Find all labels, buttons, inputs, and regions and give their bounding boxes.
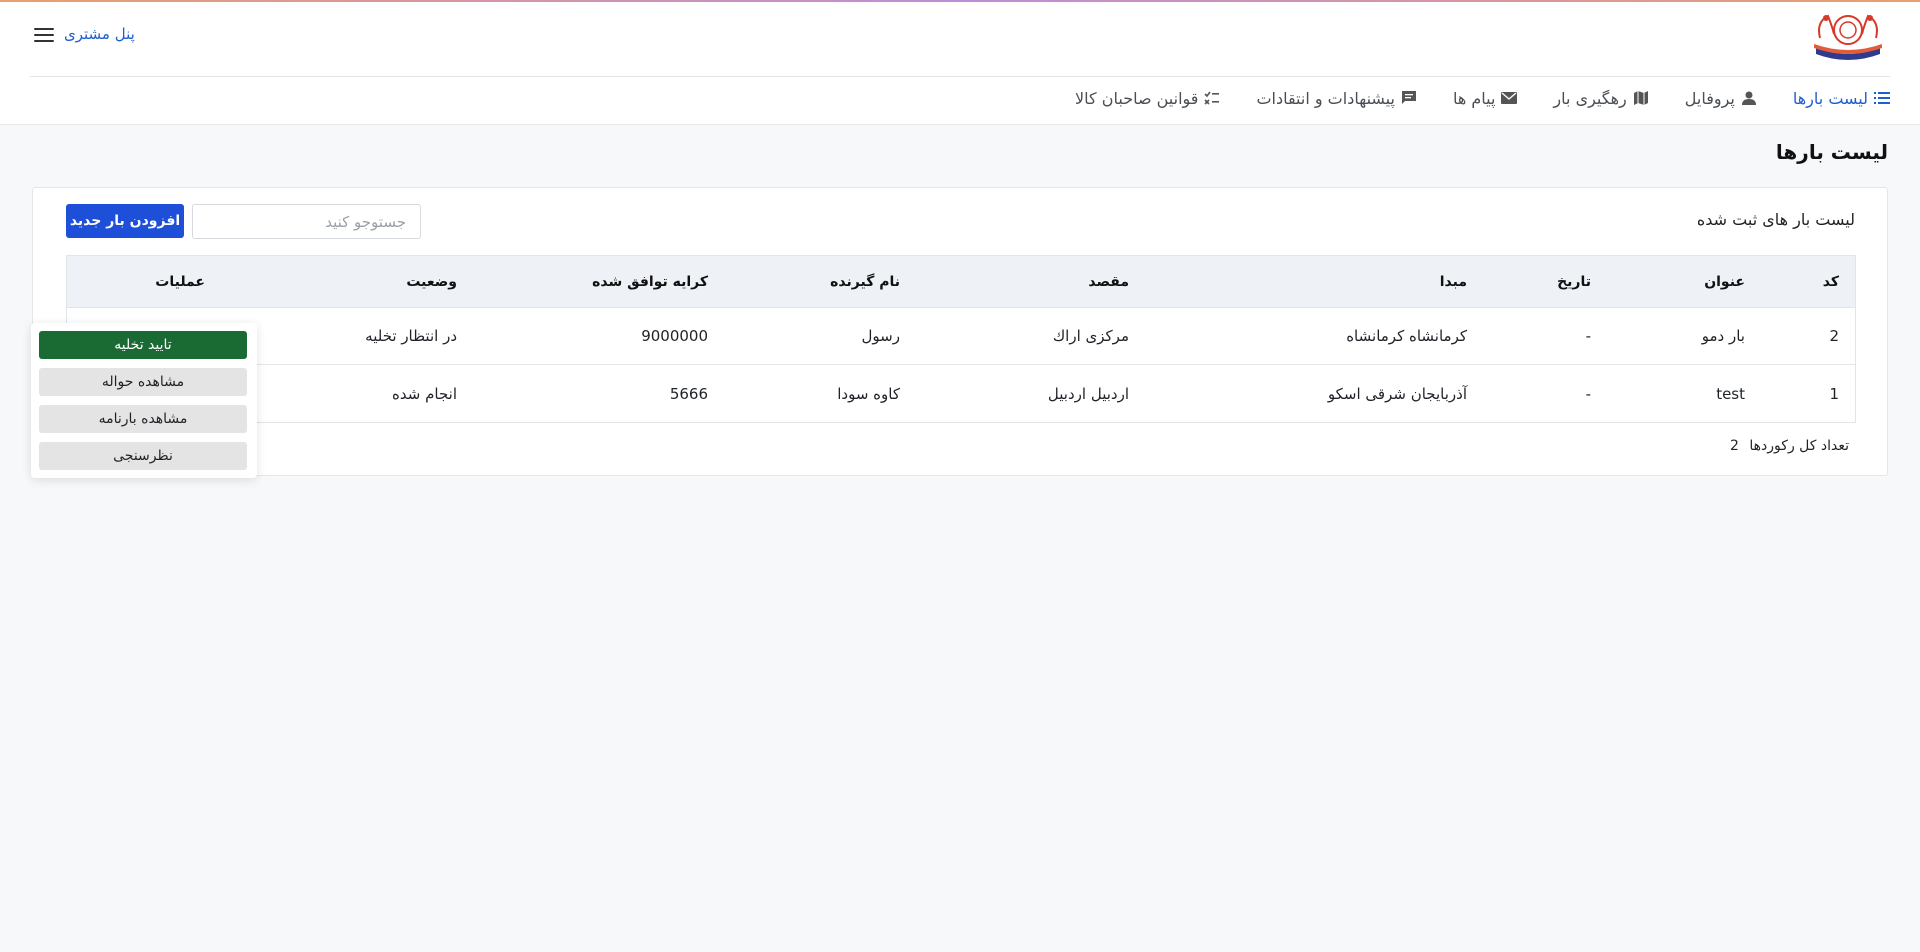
add-load-button[interactable]: افزودن بار جدید bbox=[66, 204, 184, 238]
cell-destination: مرکزی اراك bbox=[1052, 327, 1129, 345]
view-waybill-button[interactable]: مشاهده بارنامه bbox=[39, 405, 247, 433]
cell-date: - bbox=[1585, 384, 1591, 403]
cell-code: 2 bbox=[1829, 327, 1839, 345]
cell-code: 1 bbox=[1829, 384, 1839, 403]
hamburger-menu-icon[interactable] bbox=[34, 28, 54, 44]
person-icon bbox=[1741, 91, 1756, 105]
main-nav: لیست بارها پروفایل رهگیری بار پیام ها پی… bbox=[1075, 86, 1890, 110]
app-header: پنل مشتری لیست بارها پروفایل رهگیری بار … bbox=[0, 2, 1920, 125]
column-header: کد bbox=[1822, 273, 1839, 290]
map-icon bbox=[1633, 91, 1648, 105]
column-header: نام گیرنده bbox=[830, 273, 900, 290]
header-divider bbox=[30, 76, 1890, 77]
card-title: لیست بار های ثبت شده bbox=[1696, 210, 1855, 229]
nav-item-loads-list[interactable]: لیست بارها bbox=[1793, 89, 1890, 108]
table-header: کد عنوان تاریخ مبدا مقصد نام گیرنده کرای… bbox=[67, 256, 1855, 308]
nav-label: پیشنهادات و انتقادات bbox=[1256, 88, 1395, 108]
search-input[interactable] bbox=[192, 204, 421, 239]
mail-icon bbox=[1501, 92, 1518, 104]
nav-item-tracking[interactable]: رهگیری بار bbox=[1553, 89, 1648, 108]
panel-label[interactable]: پنل مشتری bbox=[64, 25, 135, 43]
nav-item-profile[interactable]: پروفایل bbox=[1685, 89, 1757, 108]
survey-button[interactable]: نظرسنجی bbox=[39, 442, 247, 470]
column-header: وضعیت bbox=[406, 273, 457, 290]
company-logo bbox=[1814, 14, 1882, 60]
cell-origin: آذربایجان شرقی اسکو bbox=[1327, 384, 1467, 403]
cell-receiver: کاوه سودا bbox=[837, 384, 900, 403]
cell-title: test bbox=[1716, 384, 1745, 403]
nav-item-feedback[interactable]: پیشنهادات و انتقادات bbox=[1256, 89, 1417, 108]
nav-label: لیست بارها bbox=[1792, 88, 1868, 108]
loads-card: لیست بار های ثبت شده افزودن بار جدید کد … bbox=[32, 187, 1888, 476]
cell-receiver: رسول bbox=[861, 327, 900, 345]
nav-label: پروفایل bbox=[1684, 88, 1735, 108]
page-title: لیست بارها bbox=[1775, 140, 1888, 164]
nav-item-rules[interactable]: قوانین صاحبان کالا bbox=[1075, 89, 1220, 108]
table-row[interactable]: 1 test - آذربایجان شرقی اسکو اردبیل اردب… bbox=[67, 365, 1855, 422]
cell-origin: کرمانشاه کرمانشاه bbox=[1346, 327, 1467, 345]
cell-status: در انتظار تخلیه bbox=[365, 327, 457, 345]
nav-label: پیام ها bbox=[1452, 88, 1496, 108]
operations-dropdown: تایید تخلیه مشاهده حواله مشاهده بارنامه … bbox=[31, 323, 257, 478]
column-header: مقصد bbox=[1088, 273, 1129, 290]
cell-title: بار دمو bbox=[1701, 327, 1745, 345]
list-icon bbox=[1874, 92, 1890, 104]
records-value: 2 bbox=[1730, 438, 1739, 454]
column-header: تاریخ bbox=[1557, 273, 1591, 290]
confirm-unload-button[interactable]: تایید تخلیه bbox=[39, 331, 247, 359]
cell-date: - bbox=[1585, 327, 1591, 345]
column-header: عنوان bbox=[1704, 273, 1745, 290]
cell-status: انجام شده bbox=[392, 384, 457, 403]
nav-label: رهگیری بار bbox=[1553, 88, 1627, 108]
rule-icon bbox=[1204, 91, 1220, 105]
nav-item-messages[interactable]: پیام ها bbox=[1452, 88, 1518, 108]
cell-fare: 9000000 bbox=[641, 327, 708, 345]
records-count: تعداد کل رکوردها 2 bbox=[1730, 438, 1855, 454]
loads-table: کد عنوان تاریخ مبدا مقصد نام گیرنده کرای… bbox=[66, 255, 1856, 423]
column-header: مبدا bbox=[1439, 273, 1467, 290]
table-row[interactable]: 2 بار دمو - کرمانشاه کرمانشاه مرکزی اراك… bbox=[67, 308, 1855, 365]
column-header: کرایه توافق شده bbox=[592, 273, 708, 290]
nav-label: قوانین صاحبان کالا bbox=[1075, 88, 1199, 108]
view-remittance-button[interactable]: مشاهده حواله bbox=[39, 368, 247, 396]
cell-destination: اردبیل اردبیل bbox=[1047, 384, 1129, 403]
records-label: تعداد کل رکوردها bbox=[1749, 438, 1849, 454]
feedback-icon bbox=[1401, 91, 1416, 104]
cell-fare: 5666 bbox=[669, 384, 708, 403]
column-header: عملیات bbox=[155, 273, 205, 290]
